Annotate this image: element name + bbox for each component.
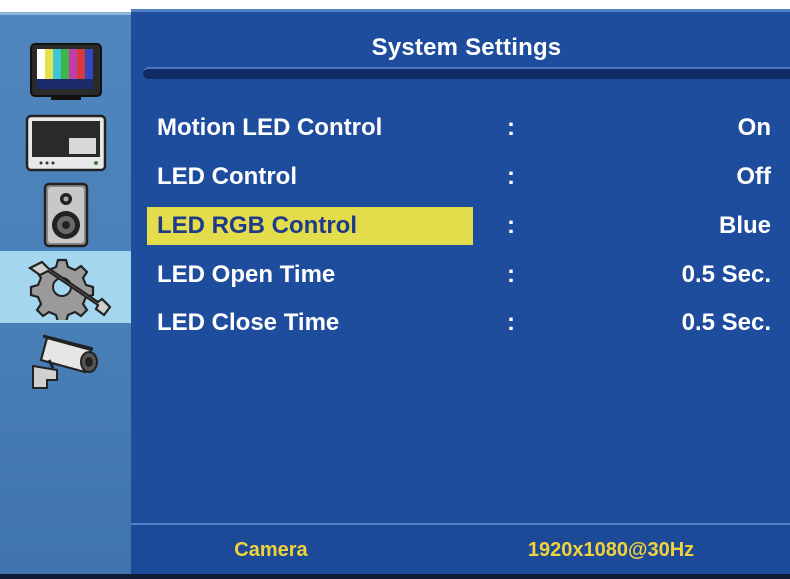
- menu-item-separator: :: [507, 114, 515, 141]
- menu-item-led-control[interactable]: LED Control : Off: [147, 158, 777, 196]
- menu-item-value[interactable]: On: [738, 109, 771, 147]
- menu-item-label: LED RGB Control: [147, 207, 473, 245]
- page-title: System Settings: [371, 34, 562, 61]
- security-camera-icon: [31, 334, 98, 389]
- main-panel: System Settings Motion LED Control : On …: [131, 9, 790, 574]
- menu-item-led-close-time[interactable]: LED Close Time : 0.5 Sec.: [147, 304, 777, 342]
- sidebar-item-picture[interactable]: [0, 35, 131, 107]
- sidebar-item-audio[interactable]: [0, 179, 131, 251]
- settings-wrench-gear-icon: [27, 258, 111, 320]
- sidebar-rail: [0, 12, 131, 574]
- menu-item-value[interactable]: 0.5 Sec.: [682, 256, 771, 294]
- menu-item-motion-led-control[interactable]: Motion LED Control : On: [147, 109, 777, 147]
- monitor-display-icon: [25, 114, 106, 172]
- menu-item-label: LED Control: [157, 163, 297, 190]
- menu-item-separator: :: [507, 309, 515, 336]
- sidebar-item-display[interactable]: [0, 107, 131, 179]
- sidebar-item-system[interactable]: [0, 251, 131, 323]
- title-underline: [143, 67, 790, 79]
- menu-item-label: Motion LED Control: [157, 114, 383, 141]
- menu-item-value[interactable]: Blue: [719, 207, 771, 245]
- menu-item-label: LED Close Time: [157, 309, 340, 336]
- menu-item-separator: :: [507, 261, 515, 288]
- resolution-label: 1920x1080@30Hz: [527, 539, 695, 561]
- status-footer: Camera 1920x1080@30Hz: [131, 523, 790, 574]
- menu-item-value[interactable]: 0.5 Sec.: [682, 304, 771, 342]
- speaker-icon: [43, 182, 88, 248]
- sidebar-item-camera[interactable]: [0, 323, 131, 395]
- osd-menu: System Settings Motion LED Control : On …: [0, 0, 790, 579]
- bottom-bezel: [0, 574, 790, 579]
- menu-item-label: LED Open Time: [157, 261, 336, 288]
- menu-item-led-rgb-control[interactable]: LED RGB Control : Blue: [147, 207, 777, 245]
- menu-item-led-open-time[interactable]: LED Open Time : 0.5 Sec.: [147, 256, 777, 294]
- menu-item-separator: :: [507, 163, 515, 190]
- tv-color-bars-icon: [29, 43, 102, 100]
- menu-item-value[interactable]: Off: [736, 158, 771, 196]
- menu-item-separator: :: [507, 212, 515, 239]
- input-source-label: Camera: [234, 539, 308, 561]
